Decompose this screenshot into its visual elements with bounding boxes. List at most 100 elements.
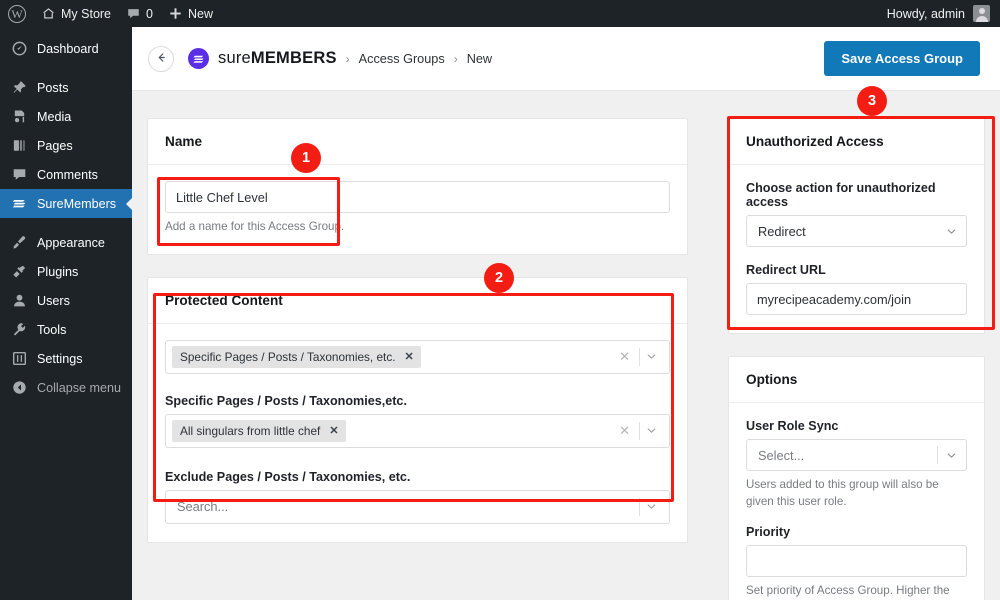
sidebar-item-label: SureMembers [37,196,117,211]
pages-icon [11,138,28,153]
media-icon [11,109,28,124]
breadcrumb-new: New [466,51,493,66]
howdy-label: Howdy, admin [886,6,965,21]
content-type-multiselect[interactable]: Specific Pages / Posts / Taxonomies, etc… [165,339,670,374]
sidebar-item-label: Users [37,293,70,308]
sidebar-item-label: Media [37,109,72,124]
clear-icon[interactable]: ✕ [615,349,634,365]
chevron-down-icon[interactable] [945,449,958,462]
exclude-pages-label: Exclude Pages / Posts / Taxonomies, etc. [165,469,411,484]
home-icon [42,7,55,20]
name-card-body: Add a name for this Access Group. [148,165,687,254]
sidebar-item-suremembers[interactable]: SureMembers [0,189,132,218]
wordpress-logo-button[interactable]: W [0,0,34,27]
exclude-pages-select[interactable]: Search... [165,489,670,524]
suremembers-icon [11,196,28,211]
brush-icon [11,235,28,250]
sidebar-item-plugins[interactable]: Plugins [0,257,132,286]
annotation-badge-1: 1 [291,143,321,173]
redirect-url-input[interactable] [746,283,967,315]
chip-remove-icon[interactable]: ✕ [329,424,338,437]
protected-content-title: Protected Content [148,278,687,324]
admin-sidebar: Dashboard Posts Media Pages Comments Sur… [0,27,132,600]
sidebar-item-collapse-menu[interactable]: Collapse menu [0,373,132,402]
name-card: Name Add a name for this Access Group. [147,118,688,255]
user-role-sync-label: User Role Sync [746,419,839,433]
sidebar-item-label: Settings [37,351,83,366]
sidebar-item-label: Plugins [37,264,79,279]
specific-pages-field: Specific Pages / Posts / Taxonomies,etc.… [165,394,670,448]
user-role-sync-help: Users added to this group will also be g… [746,478,939,508]
unauthorized-access-card: Unauthorized Access Choose action for un… [728,118,985,334]
sidebar-item-media[interactable]: Media [0,102,132,131]
sidebar-item-tools[interactable]: Tools [0,315,132,344]
sidebar-item-label: Dashboard [37,41,99,56]
divider [639,421,640,440]
sidebar-item-dashboard[interactable]: Dashboard [0,34,132,63]
chip-remove-icon[interactable]: ✕ [405,350,414,363]
side-column: Unauthorized Access Choose action for un… [728,118,985,600]
unauthorized-action-value: Redirect [758,223,806,239]
priority-label: Priority [746,524,791,539]
specific-pages-multiselect[interactable]: All singulars from little chef ✕ ✕ [165,413,670,448]
save-access-group-button[interactable]: Save Access Group [824,41,980,76]
wordpress-logo-icon: W [8,4,26,23]
selected-chip[interactable]: Specific Pages / Posts / Taxonomies, etc… [172,345,421,368]
divider [639,347,640,366]
select-controls [933,446,958,464]
content-type-field: Specific Pages / Posts / Taxonomies, etc… [165,339,670,374]
access-group-name-input[interactable] [165,181,670,213]
unauthorized-action-label: Choose action for unauthorized access [746,181,936,209]
breadcrumb-access-groups[interactable]: Access Groups [359,52,445,66]
unauthorized-access-body: Choose action for unauthorized access Re… [729,165,984,333]
sidebar-item-label: Posts [37,80,69,95]
account-menu[interactable]: Howdy, admin [887,5,1000,22]
chevron-down-icon[interactable] [945,225,958,238]
settings-icon [11,351,28,366]
divider [639,497,640,516]
avatar [973,5,990,22]
multiselect-controls [634,497,661,516]
site-name-label: My Store [61,6,112,21]
sidebar-item-label: Tools [37,322,67,337]
content-area: Name Add a name for this Access Group. P… [132,91,1000,600]
arrow-left-icon [155,51,168,67]
exclude-pages-field: Exclude Pages / Posts / Taxonomies, etc.… [165,470,670,524]
new-label: New [187,6,213,21]
options-card: Options User Role Sync Select... Users a… [728,356,985,600]
new-content-button[interactable]: New [161,0,221,27]
options-body: User Role Sync Select... Users added to … [729,403,984,600]
user-role-sync-select[interactable]: Select... [746,439,967,471]
admin-bar: W My Store 0 New Howdy, admin [0,0,1000,27]
sidebar-item-appearance[interactable]: Appearance [0,228,132,257]
selected-chip[interactable]: All singulars from little chef ✕ [172,419,346,442]
sidebar-item-comments[interactable]: Comments [0,160,132,189]
brand-bold: MEMBERS [250,49,337,67]
sidebar-item-label: Collapse menu [37,380,122,395]
annotation-badge-2: 2 [484,263,514,293]
priority-input[interactable] [746,544,967,577]
sidebar-item-label: Pages [37,138,73,153]
exclude-pages-placeholder: Search... [177,499,229,515]
chevron-down-icon[interactable] [645,424,661,437]
options-title: Options [729,357,984,403]
main-column: Name Add a name for this Access Group. P… [147,118,688,565]
clear-icon[interactable]: ✕ [615,423,634,439]
suremembers-logo-icon [188,48,209,69]
sidebar-item-users[interactable]: Users [0,286,132,315]
site-name-button[interactable]: My Store [34,0,119,27]
unauthorized-action-select[interactable]: Redirect [746,215,967,247]
comment-icon [127,8,140,20]
breadcrumb-separator: › [345,51,350,66]
sidebar-item-pages[interactable]: Pages [0,131,132,160]
sidebar-item-label: Comments [37,167,98,182]
sidebar-item-settings[interactable]: Settings [0,344,132,373]
sidebar-item-label: Appearance [37,235,105,250]
chevron-down-icon[interactable] [645,350,661,363]
sidebar-item-posts[interactable]: Posts [0,73,132,102]
comments-button[interactable]: 0 [119,0,161,27]
protected-content-body: Specific Pages / Posts / Taxonomies, etc… [148,324,687,542]
protected-content-card: Protected Content Specific Pages / Posts… [147,276,688,543]
back-button[interactable] [148,45,174,72]
chevron-down-icon[interactable] [645,500,661,513]
